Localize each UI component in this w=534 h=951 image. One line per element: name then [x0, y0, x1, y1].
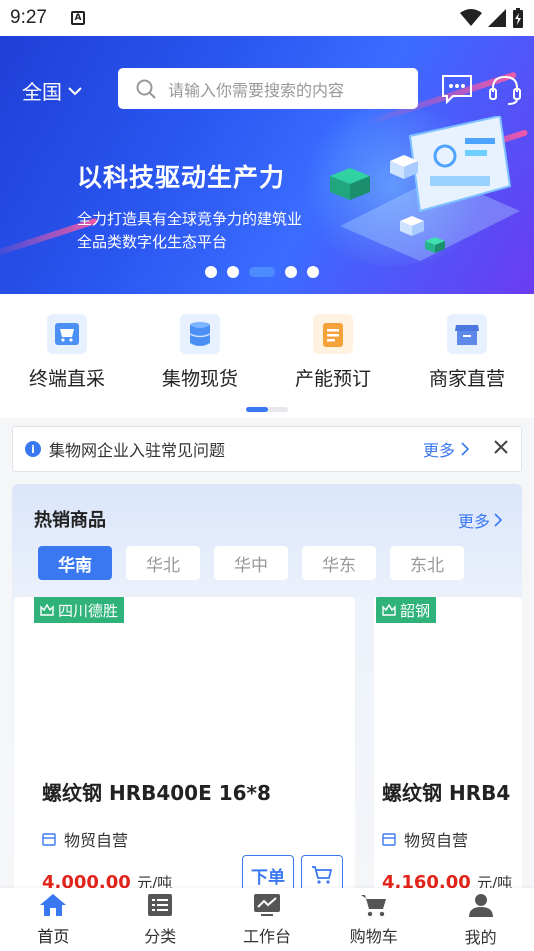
product-card[interactable]: 四川德胜 螺纹钢 HRB400E 16*8 物贸自营 4,000.00 元/吨 …: [14, 597, 355, 904]
hot-more-label: 更多: [457, 512, 490, 531]
tab-label: 工作台: [242, 926, 291, 946]
customer-service-button[interactable]: [488, 74, 522, 110]
message-icon: [442, 75, 472, 105]
category-capacity-booking[interactable]: 产能预订: [278, 314, 388, 391]
cart-icon: [312, 866, 333, 884]
store-icon: [447, 314, 487, 354]
pagination-dot[interactable]: [285, 266, 297, 278]
tab-cart[interactable]: 购物车: [320, 888, 427, 951]
barrel-icon: [180, 314, 220, 354]
chart-icon: [253, 893, 280, 916]
close-button[interactable]: [493, 439, 509, 459]
bottom-tab-bar: 首页 分类 工作台 购物车 我的: [0, 888, 534, 951]
tab-label: 购物车: [349, 926, 398, 946]
region-tabs: 华南 华北 华中 华东 东北: [38, 546, 464, 580]
hero-banner[interactable]: 全国 请输入你需要搜索的内容 以科技驱动生产力 全力打造具有全球竞争力的建筑业 …: [0, 36, 534, 294]
notice-text[interactable]: 集物网企业入驻常见问题: [49, 437, 225, 461]
cart-icon: [47, 314, 87, 354]
tab-region-south[interactable]: 华南: [38, 546, 112, 580]
tab-profile[interactable]: 我的: [427, 888, 534, 951]
brand-tag-label: 四川德胜: [58, 601, 119, 620]
shop-info: 物贸自营: [42, 827, 128, 851]
category-pager: [246, 407, 288, 412]
message-button[interactable]: [441, 74, 473, 108]
info-icon: i: [25, 441, 41, 457]
app-screen: { "status": { "time": "9:27", "notificat…: [0, 0, 534, 951]
category-merchant-direct[interactable]: 商家直营: [412, 314, 522, 391]
search-icon: [136, 79, 156, 99]
category-label: 商家直营: [428, 368, 505, 390]
tab-label: 分类: [144, 926, 177, 946]
tab-region-northeast[interactable]: 东北: [390, 546, 464, 580]
status-bar: 9:27 A: [0, 0, 534, 36]
tab-label: 我的: [464, 927, 497, 947]
banner-title: 以科技驱动生产力: [77, 163, 286, 192]
status-icons: [460, 8, 524, 28]
shop-info: 物贸自营: [382, 827, 468, 851]
product-name: 螺纹钢 HRB400E 16*8: [42, 781, 271, 805]
category-label: 终端直采: [28, 368, 105, 390]
tab-home[interactable]: 首页: [0, 888, 107, 951]
pagination-dot-active[interactable]: [249, 267, 275, 277]
hot-more-link[interactable]: 更多: [458, 508, 502, 532]
banner-subtitle: 全力打造具有全球竞争力的建筑业: [77, 210, 303, 228]
product-name: 螺纹钢 HRB4: [382, 781, 511, 805]
search-placeholder: 请输入你需要搜索的内容: [168, 80, 345, 100]
battery-icon: [513, 8, 523, 28]
region-label: 全国: [22, 80, 62, 104]
notice-more-link[interactable]: 更多: [423, 437, 469, 461]
tab-workbench[interactable]: 工作台: [214, 888, 321, 951]
crown-icon: [382, 604, 396, 616]
home-icon: [40, 893, 67, 916]
banner-subtitle: 全品类数字化生态平台: [77, 233, 228, 251]
pagination-dot[interactable]: [307, 266, 319, 278]
wifi-icon: [460, 9, 482, 26]
pagination-dot[interactable]: [205, 266, 217, 278]
list-icon: [148, 893, 173, 916]
close-icon: [494, 440, 508, 454]
cart-icon: [360, 894, 386, 916]
tab-region-north[interactable]: 华北: [126, 546, 200, 580]
headset-icon: [489, 75, 521, 105]
crown-icon: [40, 604, 54, 616]
chevron-right-icon: [494, 513, 502, 527]
banner-pagination: [205, 266, 319, 278]
brand-tag: 韶钢: [376, 597, 437, 623]
notification-a-icon: A: [70, 11, 85, 25]
category-grid: 终端直采 集物现货 产能预订 商家直营: [0, 294, 534, 418]
tab-region-east[interactable]: 华东: [302, 546, 376, 580]
section-title: 热销商品: [34, 510, 106, 531]
chevron-right-icon: [461, 442, 469, 456]
category-spot-goods[interactable]: 集物现货: [145, 314, 255, 391]
tab-region-central[interactable]: 华中: [214, 546, 288, 580]
tab-category[interactable]: 分类: [107, 888, 214, 951]
tab-label: 首页: [37, 926, 70, 946]
brand-tag: 四川德胜: [34, 597, 125, 623]
user-icon: [468, 893, 493, 917]
category-label: 产能预订: [294, 368, 371, 390]
clipboard-icon: [313, 314, 353, 354]
product-card[interactable]: 韶钢 螺纹钢 HRB4 物贸自营 4,160.00 元/吨: [374, 597, 522, 904]
category-label: 集物现货: [161, 368, 238, 390]
shop-name: 物贸自营: [64, 831, 129, 850]
status-time: 9:27: [10, 7, 47, 28]
shop-icon: [42, 833, 56, 846]
shop-icon: [382, 833, 396, 846]
pagination-dot[interactable]: [227, 266, 239, 278]
notice-more-label: 更多: [422, 441, 455, 460]
chevron-down-icon: [68, 86, 82, 95]
category-terminal-purchase[interactable]: 终端直采: [12, 314, 122, 391]
brand-tag-label: 韶钢: [400, 601, 431, 620]
signal-icon: [488, 9, 506, 27]
shop-name: 物贸自营: [404, 831, 469, 850]
region-selector[interactable]: 全国: [22, 76, 82, 105]
search-input[interactable]: 请输入你需要搜索的内容: [118, 68, 418, 109]
hot-products-section: 热销商品 更多 华南 华北 华中 华东 东北 四川德胜 螺纹钢 HRB400E …: [12, 484, 522, 904]
banner-illustration: [330, 116, 520, 261]
notice-bar[interactable]: i 集物网企业入驻常见问题 更多: [12, 426, 522, 472]
